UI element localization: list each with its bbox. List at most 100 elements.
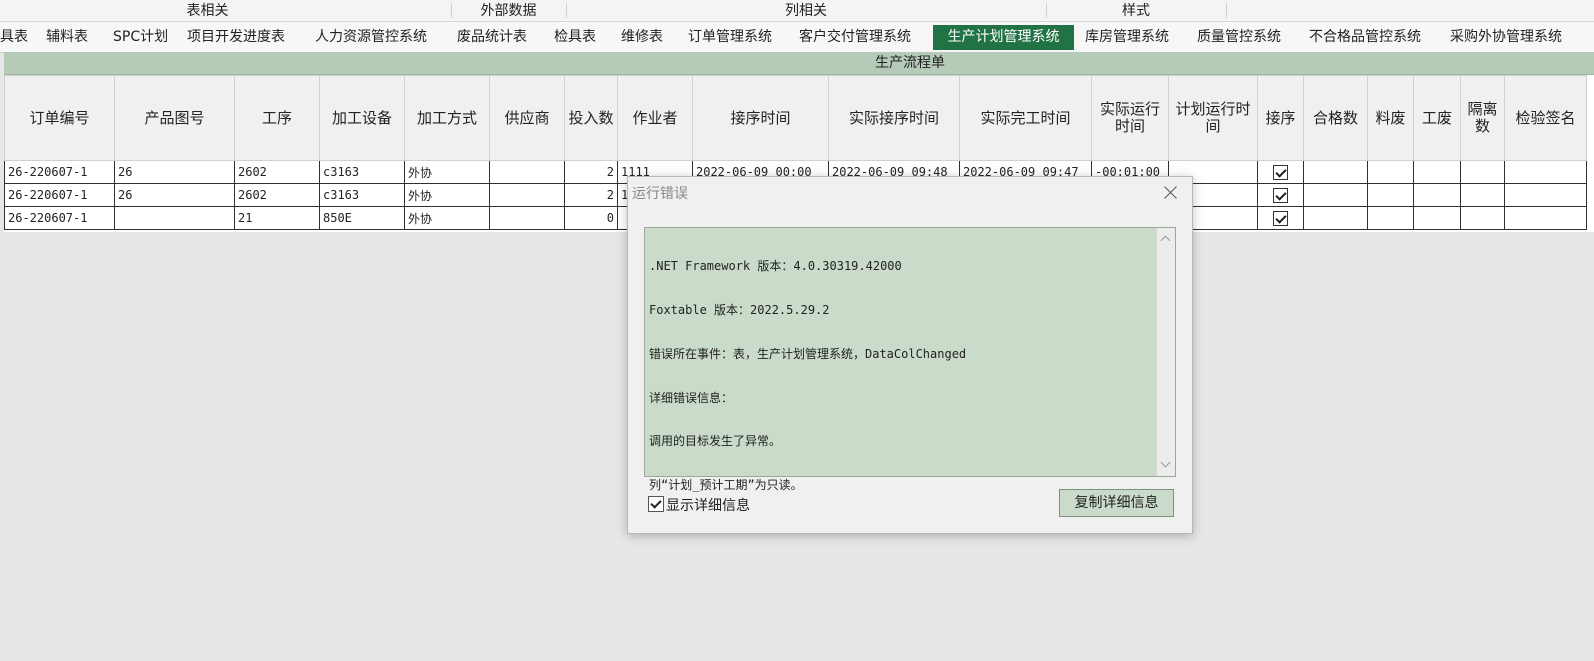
grid-title-bar: 生产流程单	[4, 52, 1594, 75]
table-cell[interactable]	[1413, 206, 1461, 230]
tab-project-progress[interactable]: 项目开发进度表	[187, 25, 285, 50]
tab-warehouse[interactable]: 库房管理系统	[1085, 25, 1169, 50]
sequence-checkbox-cell[interactable]	[1257, 160, 1304, 184]
error-line: 调用的目标发生了异常。	[649, 434, 782, 449]
table-cell[interactable]	[1413, 160, 1461, 184]
tab-maintenance[interactable]: 维修表	[621, 25, 663, 50]
error-line: .NET Framework 版本：4.0.30319.42000	[649, 259, 902, 274]
sequence-checkbox-cell[interactable]	[1257, 206, 1304, 230]
table-cell[interactable]	[1367, 183, 1414, 207]
tab-gauge-table[interactable]: 检具表	[554, 25, 596, 50]
table-cell[interactable]: 2	[564, 183, 618, 207]
table-cell[interactable]	[1413, 183, 1461, 207]
table-cell[interactable]	[1460, 160, 1505, 184]
column-header[interactable]: 计划运行时间	[1168, 75, 1258, 161]
column-header[interactable]: 实际运行时间	[1091, 75, 1169, 161]
table-cell[interactable]: 外协	[404, 183, 490, 207]
checkmark-icon[interactable]	[648, 496, 664, 512]
column-header[interactable]: 供应商	[489, 75, 565, 161]
tab-production-plan[interactable]: 生产计划管理系统	[933, 25, 1074, 50]
table-cell[interactable]: 21	[234, 206, 320, 230]
table-cell[interactable]: 26-220607-1	[4, 206, 115, 230]
column-header[interactable]: 实际接序时间	[828, 75, 960, 161]
table-cell[interactable]: c3163	[319, 160, 405, 184]
column-header[interactable]: 合格数	[1303, 75, 1368, 161]
column-header[interactable]: 接序时间	[692, 75, 829, 161]
table-tab-bar: 具表 辅料表 SPC计划 项目开发进度表 人力资源管控系统 废品统计表 检具表 …	[0, 22, 1594, 53]
table-cell[interactable]: 2602	[234, 183, 320, 207]
table-cell[interactable]	[1303, 160, 1368, 184]
table-cell[interactable]	[489, 206, 565, 230]
table-cell[interactable]: 0	[564, 206, 618, 230]
error-details-text: .NET Framework 版本：4.0.30319.42000 Foxtab…	[649, 230, 1149, 522]
sequence-checkbox-cell[interactable]	[1257, 183, 1304, 207]
column-header[interactable]: 投入数	[564, 75, 618, 161]
tab-hr-system[interactable]: 人力资源管控系统	[315, 25, 427, 50]
table-cell[interactable]: 26-220607-1	[4, 183, 115, 207]
table-cell[interactable]	[1303, 206, 1368, 230]
table-cell[interactable]	[489, 160, 565, 184]
table-cell[interactable]	[1367, 160, 1414, 184]
table-cell[interactable]	[1504, 183, 1587, 207]
column-header[interactable]: 接序	[1257, 75, 1304, 161]
tab-nonconforming[interactable]: 不合格品管控系统	[1309, 25, 1421, 50]
table-cell[interactable]	[114, 206, 235, 230]
scroll-down-icon[interactable]	[1160, 457, 1171, 468]
tab-order-system[interactable]: 订单管理系统	[688, 25, 772, 50]
column-header[interactable]: 隔离数	[1460, 75, 1505, 161]
table-cell[interactable]: 外协	[404, 206, 490, 230]
column-header[interactable]: 作业者	[617, 75, 693, 161]
checkbox-checked-icon[interactable]	[1273, 164, 1288, 180]
ribbon-group-column: 列相关	[785, 3, 827, 19]
error-line: 错误所在事件：表，生产计划管理系统，DataColChanged	[649, 346, 967, 361]
header-row: 订单编号 产品图号 工序 加工设备 加工方式 供应商 投入数 作业者 接序时间 …	[4, 75, 1587, 161]
column-header[interactable]: 工废	[1413, 75, 1461, 161]
ribbon-group-style: 样式	[1122, 3, 1150, 19]
close-icon[interactable]	[1160, 181, 1182, 203]
error-dialog: 运行错误 .NET Framework 版本：4.0.30319.42000 F…	[627, 176, 1193, 534]
tab-customer-delivery[interactable]: 客户交付管理系统	[799, 25, 911, 50]
table-cell[interactable]: 850E	[319, 206, 405, 230]
checkbox-checked-icon[interactable]	[1273, 187, 1288, 203]
table-cell[interactable]: 2602	[234, 160, 320, 184]
table-cell[interactable]	[1367, 206, 1414, 230]
show-details-label[interactable]: 显示详细信息	[666, 495, 750, 515]
column-header[interactable]: 订单编号	[4, 75, 115, 161]
table-cell[interactable]	[1303, 183, 1368, 207]
tab-tool-table[interactable]: 具表	[0, 25, 28, 50]
error-details-textbox[interactable]: .NET Framework 版本：4.0.30319.42000 Foxtab…	[644, 227, 1176, 492]
column-header[interactable]: 工序	[234, 75, 320, 161]
table-cell[interactable]	[489, 183, 565, 207]
error-line: 详细错误信息：	[649, 390, 734, 405]
ribbon-divider	[1226, 3, 1227, 18]
table-cell[interactable]	[1460, 206, 1505, 230]
column-header[interactable]: 加工设备	[319, 75, 405, 161]
copy-details-button[interactable]: 复制详细信息	[1059, 489, 1174, 517]
table-cell[interactable]: 外协	[404, 160, 490, 184]
table-cell[interactable]: 26	[114, 160, 235, 184]
tab-quality-control[interactable]: 质量管控系统	[1197, 25, 1281, 50]
table-cell[interactable]: 2	[564, 160, 618, 184]
tab-auxiliary-materials[interactable]: 辅料表	[46, 25, 88, 50]
table-cell[interactable]	[1460, 183, 1505, 207]
dialog-title: 运行错误	[632, 186, 688, 202]
ribbon-group-bar: 表相关 外部数据 列相关 样式	[0, 0, 1594, 22]
grid-title: 生产流程单	[875, 55, 945, 71]
table-cell[interactable]: c3163	[319, 183, 405, 207]
vertical-scrollbar[interactable]	[1156, 228, 1175, 476]
column-header[interactable]: 料废	[1367, 75, 1414, 161]
error-line: Foxtable 版本：2022.5.29.2	[649, 302, 830, 317]
table-cell[interactable]	[1504, 160, 1587, 184]
column-header[interactable]: 产品图号	[114, 75, 235, 161]
column-header[interactable]: 实际完工时间	[959, 75, 1092, 161]
table-cell[interactable]	[1504, 206, 1587, 230]
tab-scrap-stats[interactable]: 废品统计表	[457, 25, 527, 50]
table-cell[interactable]: 26-220607-1	[4, 160, 115, 184]
column-header[interactable]: 检验签名	[1504, 75, 1587, 161]
column-header[interactable]: 加工方式	[404, 75, 490, 161]
tab-purchasing[interactable]: 采购外协管理系统	[1450, 25, 1562, 50]
checkbox-checked-icon[interactable]	[1273, 210, 1288, 226]
scroll-up-icon[interactable]	[1160, 235, 1171, 246]
tab-spc-plan[interactable]: SPC计划	[113, 25, 168, 50]
table-cell[interactable]: 26	[114, 183, 235, 207]
